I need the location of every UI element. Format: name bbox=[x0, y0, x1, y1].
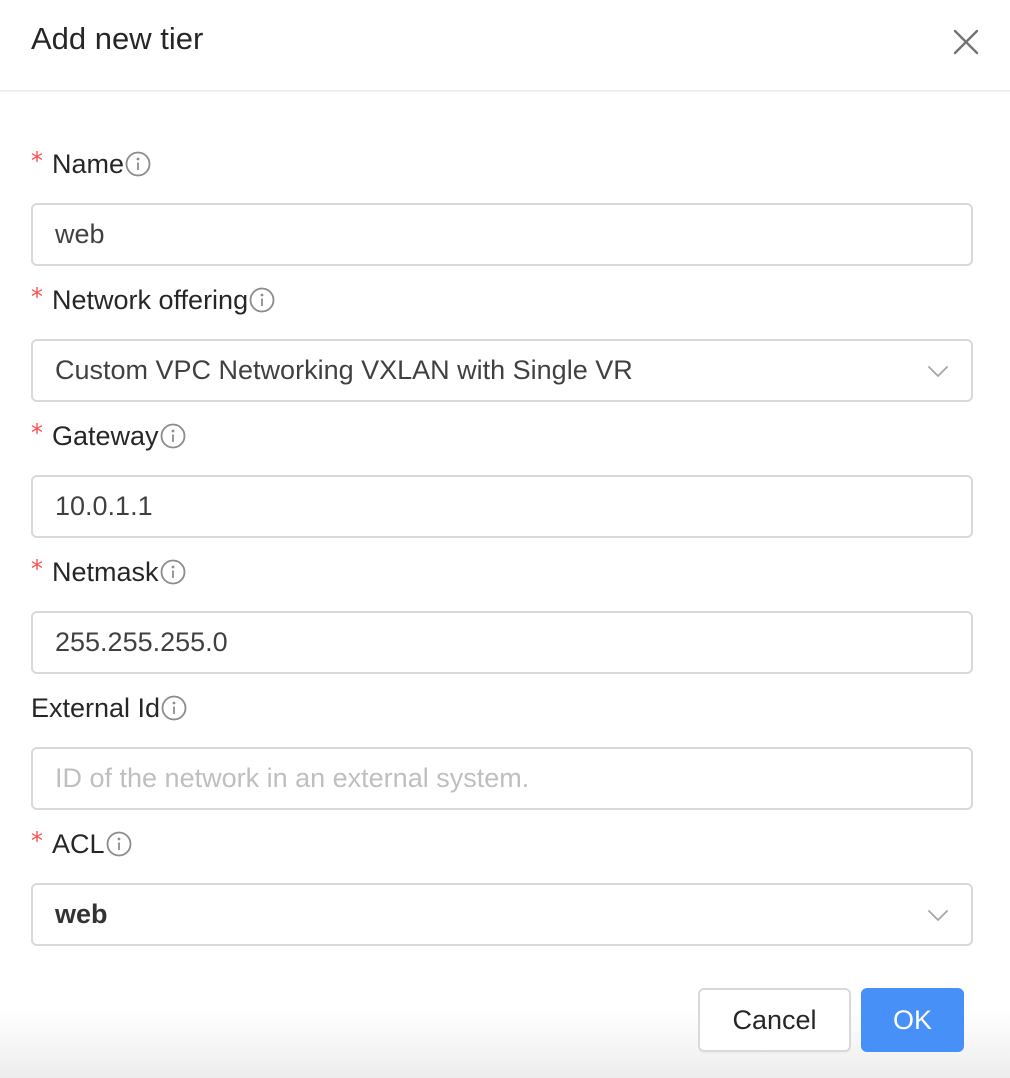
required-marker: * bbox=[31, 419, 43, 447]
name-label: Name bbox=[52, 149, 125, 179]
netmask-label-row: * Netmask bbox=[31, 554, 186, 590]
external-id-field[interactable] bbox=[31, 747, 973, 810]
gateway-input[interactable] bbox=[33, 477, 971, 536]
dialog-title: Add new tier bbox=[31, 21, 204, 56]
info-icon[interactable] bbox=[160, 423, 186, 449]
name-label-row: * Name bbox=[31, 146, 151, 182]
netmask-input[interactable] bbox=[33, 613, 971, 672]
network-offering-label-row: * Network offering bbox=[31, 282, 275, 318]
required-marker: * bbox=[31, 555, 43, 583]
acl-label-row: * ACL bbox=[31, 826, 132, 862]
close-button[interactable] bbox=[946, 22, 986, 62]
ok-button[interactable]: OK bbox=[861, 988, 964, 1052]
acl-selected-value: web bbox=[55, 899, 108, 929]
chevron-down-icon bbox=[928, 366, 948, 377]
close-icon bbox=[953, 29, 979, 55]
network-offering-select[interactable]: Custom VPC Networking VXLAN with Single … bbox=[31, 339, 973, 402]
dialog-header: Add new tier bbox=[0, 0, 1010, 92]
gateway-label: Gateway bbox=[52, 421, 159, 451]
info-icon[interactable] bbox=[160, 559, 186, 585]
required-marker: * bbox=[31, 827, 43, 855]
required-marker: * bbox=[31, 283, 43, 311]
chevron-down-icon bbox=[928, 910, 948, 921]
netmask-label: Netmask bbox=[52, 557, 159, 587]
acl-label: ACL bbox=[52, 829, 105, 859]
acl-select[interactable]: web bbox=[31, 883, 973, 946]
info-icon[interactable] bbox=[161, 695, 187, 721]
add-tier-dialog: Add new tier * Name * Network offering bbox=[0, 0, 1010, 1078]
gateway-label-row: * Gateway bbox=[31, 418, 186, 454]
info-icon[interactable] bbox=[125, 151, 151, 177]
name-field[interactable] bbox=[31, 203, 973, 266]
network-offering-selected-value: Custom VPC Networking VXLAN with Single … bbox=[55, 355, 633, 385]
name-input[interactable] bbox=[33, 205, 971, 264]
gateway-field[interactable] bbox=[31, 475, 973, 538]
footer-shade bbox=[0, 1010, 1010, 1078]
cancel-button[interactable]: Cancel bbox=[698, 988, 851, 1052]
netmask-field[interactable] bbox=[31, 611, 973, 674]
network-offering-label: Network offering bbox=[52, 285, 249, 315]
required-marker: * bbox=[31, 147, 43, 175]
external-id-input[interactable] bbox=[33, 749, 971, 808]
info-icon[interactable] bbox=[249, 287, 275, 313]
external-id-label-row: External Id bbox=[31, 690, 187, 726]
external-id-label: External Id bbox=[31, 693, 161, 723]
info-icon[interactable] bbox=[106, 831, 132, 857]
